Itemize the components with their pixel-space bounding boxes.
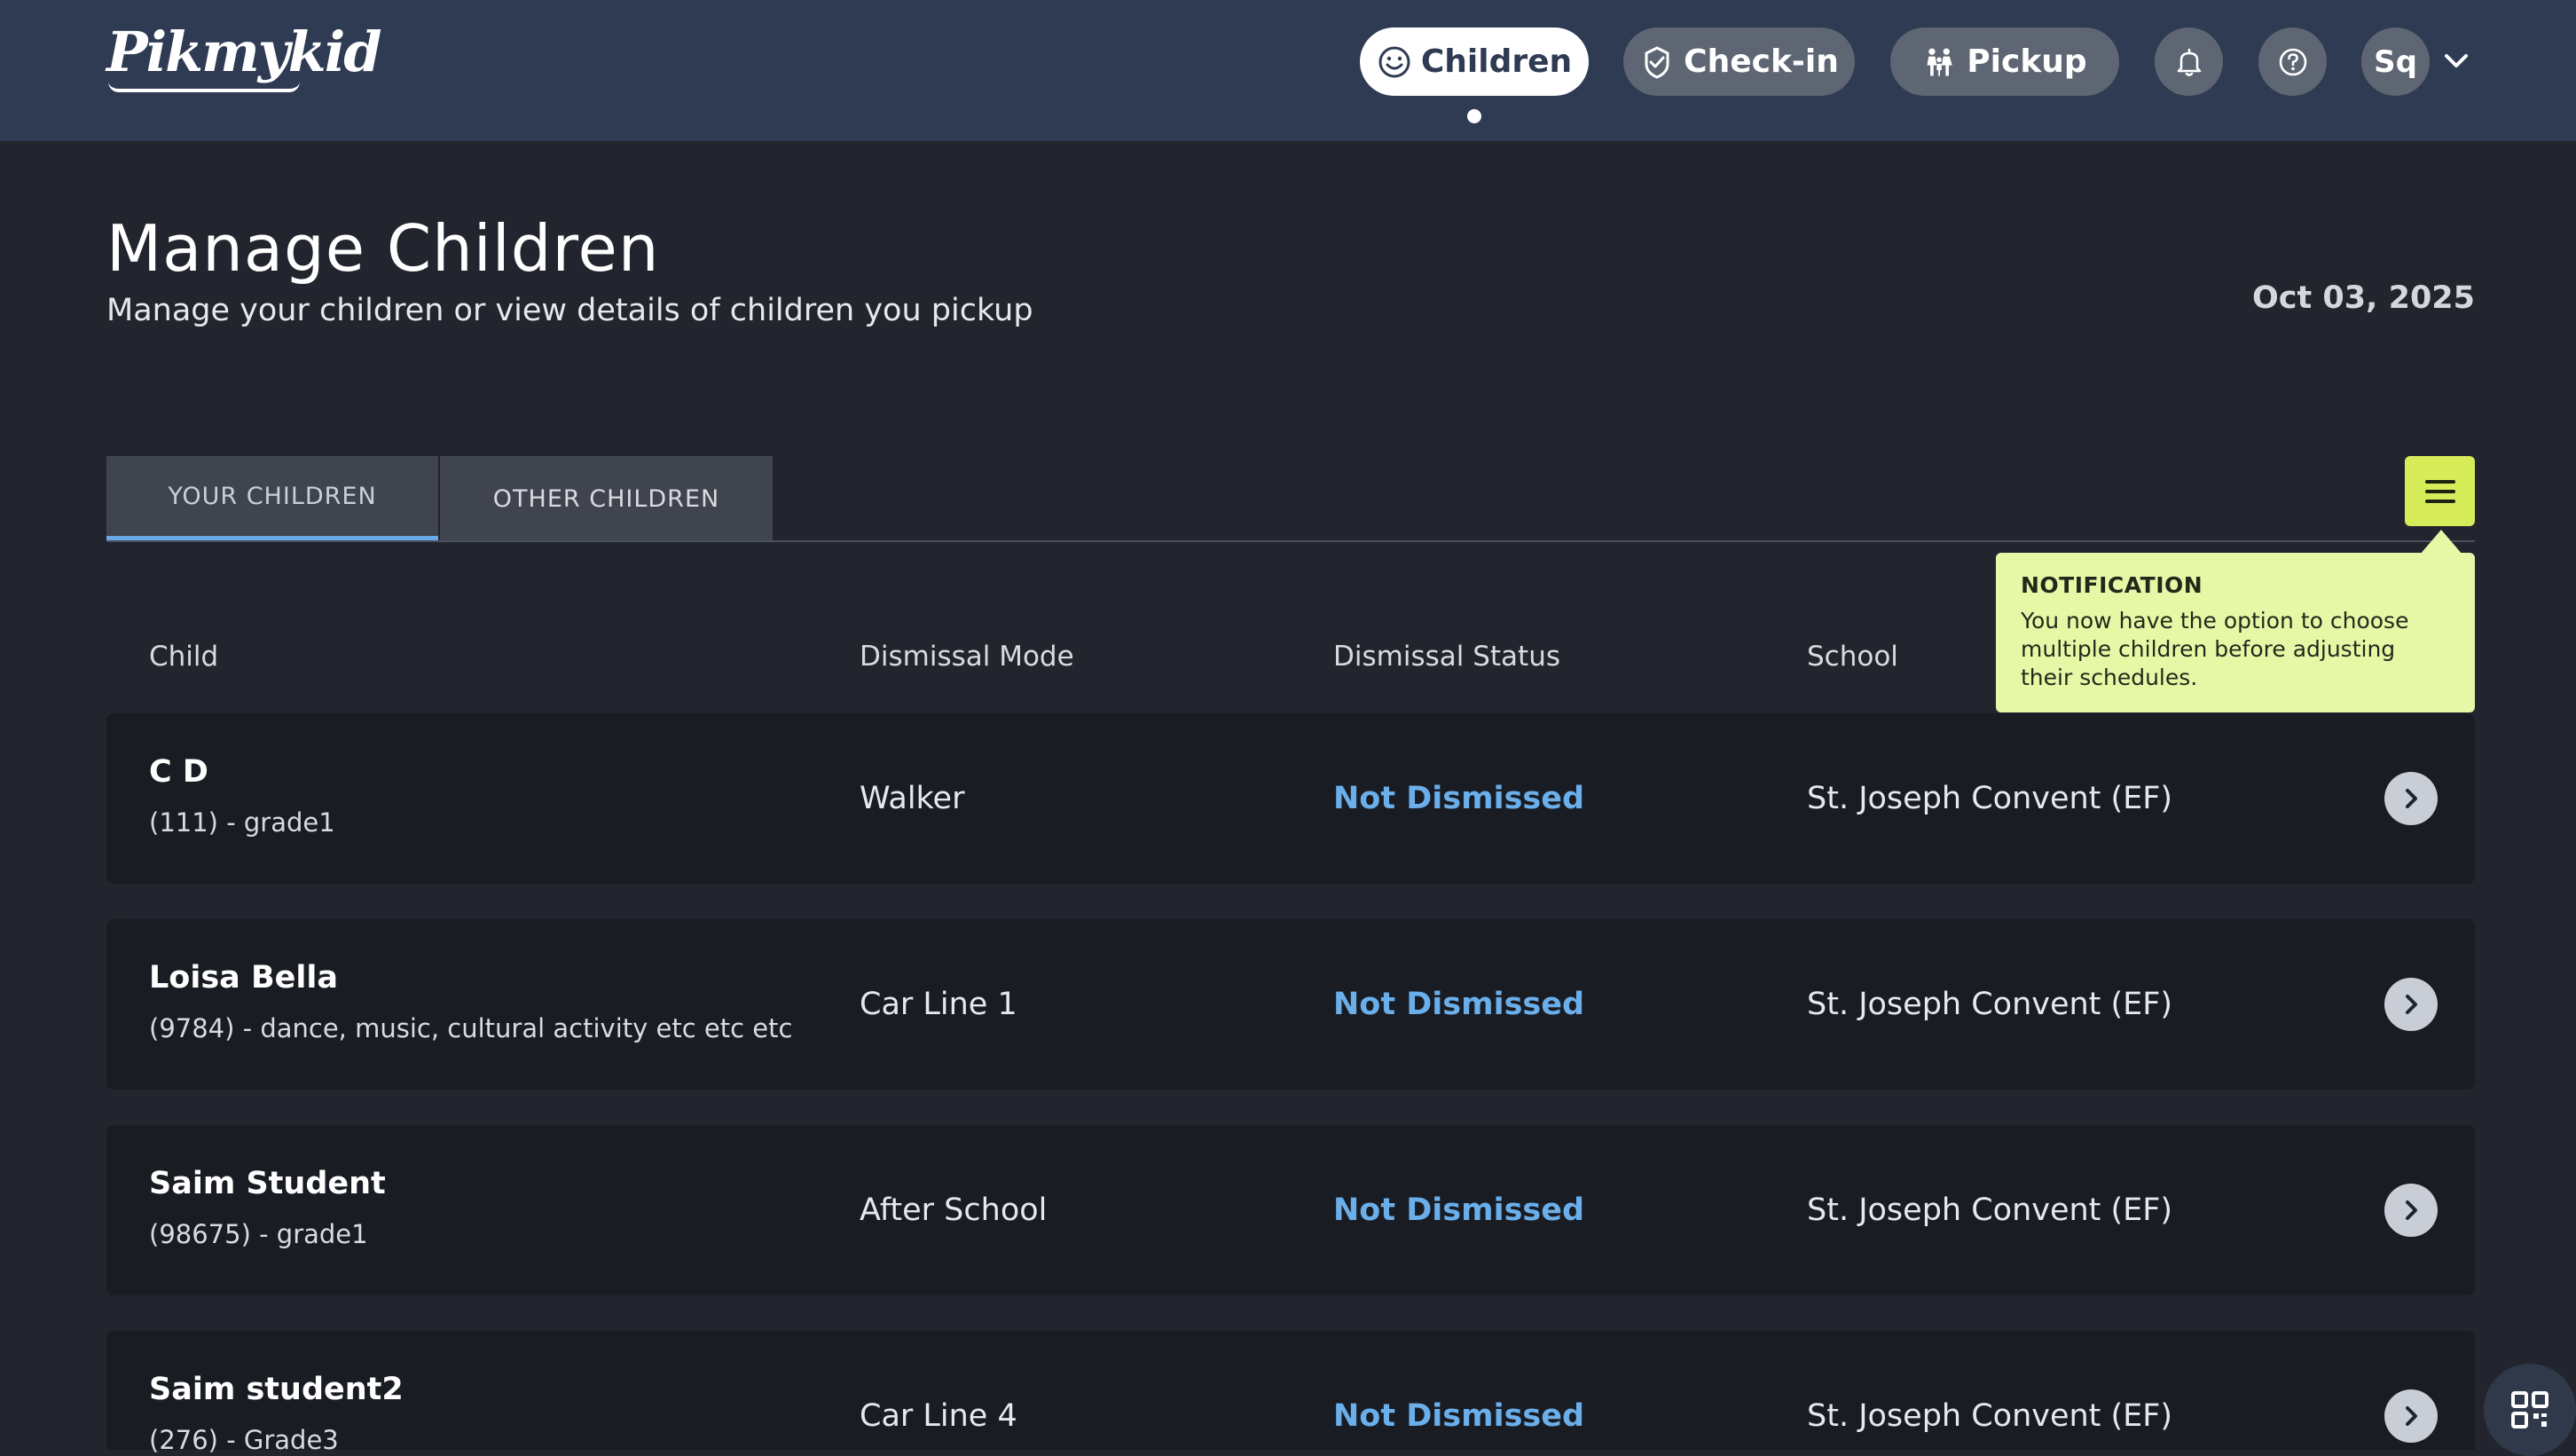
dismissal-status: Not Dismissed — [1333, 1192, 1585, 1228]
row-details-button[interactable] — [2384, 772, 2438, 825]
dismissal-mode: Car Line 1 — [860, 987, 1017, 1022]
qr-code-button[interactable] — [2484, 1364, 2576, 1456]
school-name: St. Joseph Convent (EF) — [1807, 987, 2173, 1022]
row-details-button[interactable] — [2384, 1389, 2438, 1443]
tabs-divider — [106, 540, 2475, 542]
chevron-right-icon — [2406, 1406, 2417, 1426]
row-details-button[interactable] — [2384, 978, 2438, 1031]
badge-check-icon — [1645, 46, 1669, 78]
app-logo[interactable]: Pikmykid — [106, 20, 382, 84]
notification-title: NOTIFICATION — [2021, 572, 2203, 598]
nav-children-label: Children — [1420, 43, 1573, 80]
table-row[interactable]: Saim student2 (276) - Grade3 Car Line 4 … — [106, 1331, 2475, 1455]
dismissal-mode: Walker — [860, 781, 965, 816]
tab-your-children[interactable]: YOUR CHILDREN — [106, 456, 438, 541]
row-details-button[interactable] — [2384, 1184, 2438, 1237]
dismissal-status: Not Dismissed — [1333, 1398, 1585, 1434]
page-subtitle: Manage your children or view details of … — [106, 293, 1033, 328]
child-meta: (9784) - dance, music, cultural activity… — [149, 1013, 793, 1043]
column-header-dismissal-status: Dismissal Status — [1333, 641, 1560, 673]
chevron-right-icon — [2406, 1200, 2417, 1220]
nav-children-button[interactable]: Children — [1360, 28, 1589, 96]
bulk-actions-menu-button[interactable] — [2405, 456, 2475, 526]
notification-tooltip: NOTIFICATION You now have the option to … — [1996, 553, 2475, 712]
qr-code-icon — [2511, 1391, 2549, 1428]
chevron-right-icon — [2406, 789, 2417, 808]
table-row[interactable]: C D (111) - grade1 Walker Not Dismissed … — [106, 713, 2475, 884]
hamburger-menu-icon — [2424, 479, 2455, 503]
question-circle-icon — [2279, 48, 2306, 75]
nav-pickup-button[interactable]: Pickup — [1890, 28, 2119, 96]
chevron-right-icon — [2406, 995, 2417, 1014]
chevron-down-icon[interactable] — [2439, 44, 2473, 78]
nav-pickup-label: Pickup — [1967, 43, 2087, 80]
notification-body: You now have the option to choose multip… — [2021, 608, 2409, 690]
column-header-child: Child — [149, 641, 219, 673]
dismissal-mode: Car Line 4 — [860, 1398, 1017, 1434]
top-navigation-bar: Pikmykid Children Check-in Pickup Sq — [0, 0, 2576, 141]
nav-checkin-label: Check-in — [1684, 43, 1839, 80]
active-nav-indicator — [1467, 109, 1481, 123]
page-title: Manage Children — [106, 211, 660, 286]
help-button[interactable] — [2258, 28, 2327, 96]
school-name: St. Joseph Convent (EF) — [1807, 1192, 2173, 1228]
table-row[interactable]: Saim Student (98675) - grade1 After Scho… — [106, 1125, 2475, 1295]
logo-swoosh — [108, 82, 300, 92]
dismissal-status: Not Dismissed — [1333, 781, 1585, 816]
child-meta: (98675) - grade1 — [149, 1219, 368, 1249]
smiley-icon — [1378, 46, 1410, 77]
child-name: Saim student2 — [149, 1372, 404, 1407]
table-row[interactable]: Loisa Bella (9784) - dance, music, cultu… — [106, 919, 2475, 1090]
nav-checkin-button[interactable]: Check-in — [1623, 28, 1855, 96]
family-walking-icon — [1927, 48, 1952, 75]
child-name: C D — [149, 754, 208, 790]
bell-icon — [2177, 48, 2201, 76]
child-meta: (111) - grade1 — [149, 807, 335, 838]
current-date: Oct 03, 2025 — [2251, 280, 2475, 316]
child-name: Loisa Bella — [149, 960, 339, 996]
school-name: St. Joseph Convent (EF) — [1807, 1398, 2173, 1434]
column-header-dismissal-mode: Dismissal Mode — [860, 641, 1074, 673]
tab-other-children[interactable]: OTHER CHILDREN — [440, 456, 773, 541]
column-header-school: School — [1807, 641, 1898, 673]
school-name: St. Joseph Convent (EF) — [1807, 781, 2173, 816]
user-avatar[interactable]: Sq — [2361, 28, 2430, 96]
child-meta: (276) - Grade3 — [149, 1425, 339, 1455]
dismissal-mode: After School — [860, 1192, 1048, 1228]
child-name: Saim Student — [149, 1166, 386, 1201]
notifications-button[interactable] — [2155, 28, 2223, 96]
tooltip-arrow — [2420, 530, 2462, 555]
dismissal-status: Not Dismissed — [1333, 987, 1585, 1022]
